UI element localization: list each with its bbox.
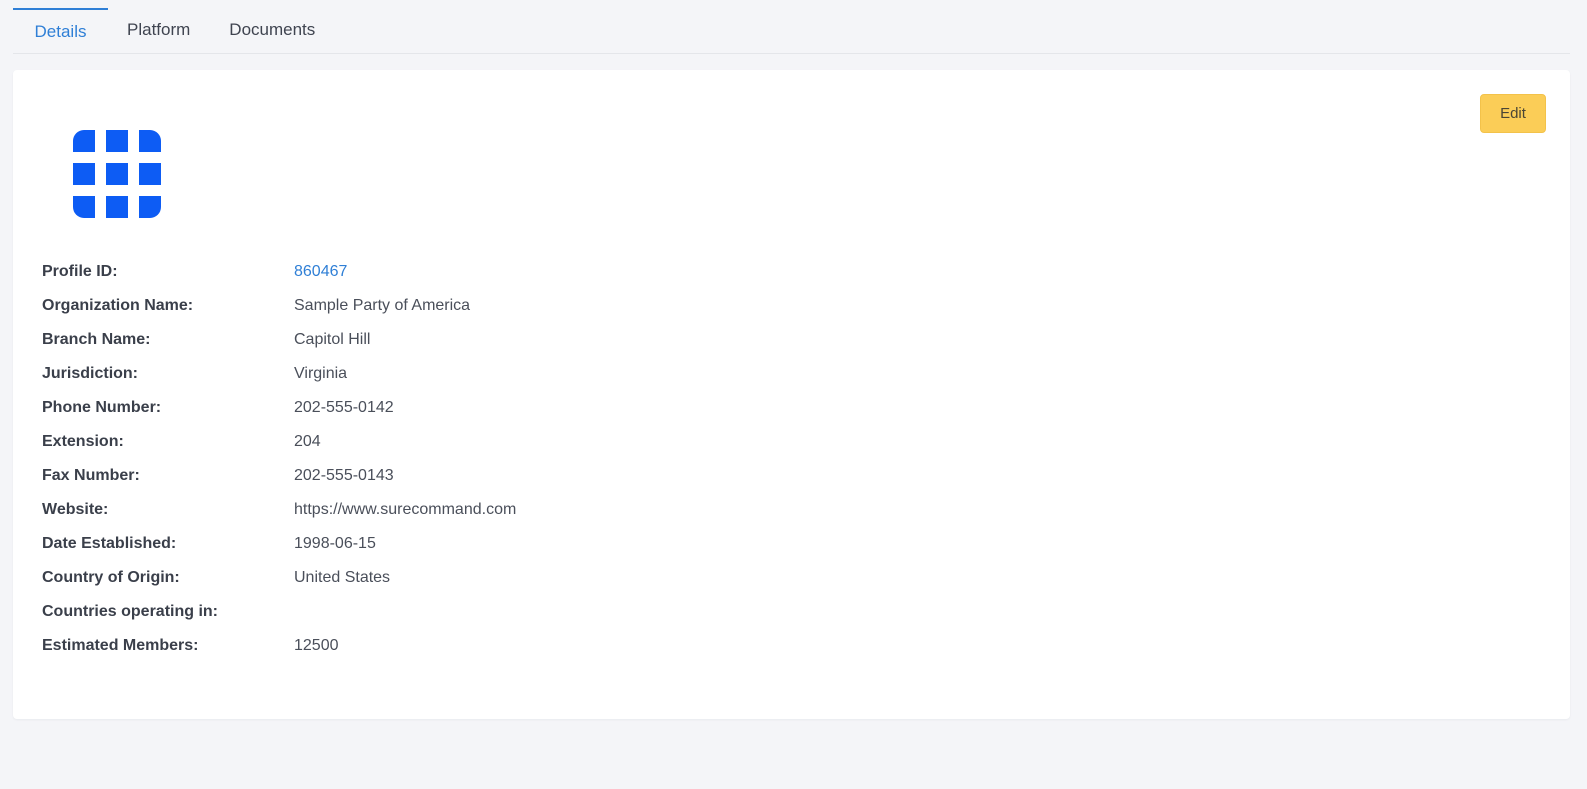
field-row-extension: Extension: 204: [42, 425, 516, 459]
field-row-website: Website: https://www.surecommand.com: [42, 493, 516, 527]
field-row-date-established: Date Established: 1998-06-15: [42, 527, 516, 561]
field-label: Fax Number:: [42, 467, 140, 484]
field-label: Organization Name:: [42, 297, 194, 314]
grid-logo-icon: [73, 130, 161, 218]
field-label: Estimated Members:: [42, 637, 199, 654]
tab-details[interactable]: Details: [13, 8, 108, 52]
field-row-estimated-members: Estimated Members: 12500: [42, 629, 516, 663]
field-value: 12500: [294, 637, 339, 654]
field-row-phone-number: Phone Number: 202-555-0142: [42, 391, 516, 425]
field-row-fax-number: Fax Number: 202-555-0143: [42, 459, 516, 493]
profile-fields: Profile ID: 860467 Organization Name: Sa…: [42, 255, 516, 663]
field-row-jurisdiction: Jurisdiction: Virginia: [42, 357, 516, 391]
field-row-branch-name: Branch Name: Capitol Hill: [42, 323, 516, 357]
field-label: Phone Number:: [42, 399, 162, 416]
field-label: Branch Name:: [42, 331, 151, 348]
profile-id-link[interactable]: 860467: [294, 263, 347, 281]
details-card: Edit Profile ID: 860467 Organization Nam…: [13, 70, 1570, 719]
field-value: Virginia: [294, 365, 348, 382]
tab-documents[interactable]: Documents: [229, 8, 315, 52]
field-label: Profile ID:: [42, 263, 118, 280]
field-label: Website:: [42, 501, 109, 518]
field-label: Extension:: [42, 433, 124, 450]
field-value: https://www.surecommand.com: [294, 501, 517, 518]
field-label: Date Established:: [42, 535, 177, 552]
field-row-country-of-origin: Country of Origin: United States: [42, 561, 516, 595]
field-row-countries-operating-in: Countries operating in:: [42, 595, 516, 629]
field-value: United States: [294, 569, 391, 586]
field-label: Countries operating in:: [42, 603, 218, 620]
field-label: Jurisdiction:: [42, 365, 139, 382]
field-value: 204: [294, 433, 321, 450]
field-value: 202-555-0143: [294, 467, 394, 484]
field-value: Capitol Hill: [294, 331, 371, 348]
field-value: Sample Party of America: [294, 297, 471, 314]
edit-button[interactable]: Edit: [1480, 94, 1546, 133]
field-label: Country of Origin:: [42, 569, 180, 586]
field-value: 202-555-0142: [294, 399, 394, 416]
field-row-organization-name: Organization Name: Sample Party of Ameri…: [42, 289, 516, 323]
tab-bar: Details Platform Documents: [13, 8, 1570, 54]
field-row-profile-id: Profile ID: 860467: [42, 255, 516, 289]
tab-platform[interactable]: Platform: [127, 8, 190, 52]
field-value: 1998-06-15: [294, 535, 376, 552]
